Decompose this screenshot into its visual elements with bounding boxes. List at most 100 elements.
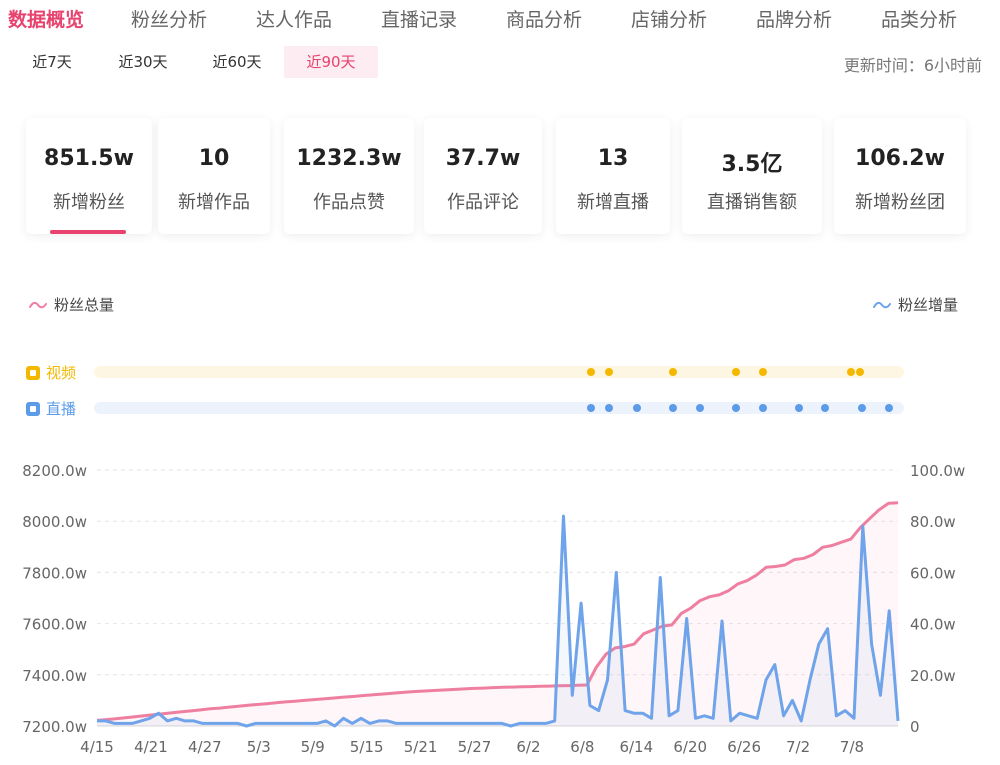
stat-card-new-fan-groups[interactable]: 106.2w 新增粉丝团 <box>834 118 966 234</box>
x-tick-label: 6/20 <box>673 738 707 756</box>
live-event-dot[interactable] <box>759 404 767 412</box>
live-event-dot[interactable] <box>669 404 677 412</box>
track-label-text: 视频 <box>46 364 77 382</box>
live-event-dot[interactable] <box>587 404 595 412</box>
y-left-tick-label: 8200.0w <box>22 462 87 480</box>
video-event-dot[interactable] <box>587 368 595 376</box>
top-nav: 数据概览 粉丝分析 达人作品 直播记录 商品分析 店铺分析 品牌分析 品类分析 <box>0 0 1000 36</box>
stat-card-work-likes[interactable]: 1232.3w 作品点赞 <box>284 118 414 234</box>
x-tick-label: 6/14 <box>619 738 653 756</box>
stat-value: 851.5w <box>44 146 134 171</box>
stat-value: 37.7w <box>445 146 521 171</box>
tab-store-analysis[interactable]: 店铺分析 <box>631 5 707 32</box>
live-event-dot[interactable] <box>633 404 641 412</box>
live-event-dot[interactable] <box>795 404 803 412</box>
stat-value: 1232.3w <box>296 146 402 171</box>
live-event-dot[interactable] <box>732 404 740 412</box>
x-tick-label: 4/15 <box>80 738 114 756</box>
update-time: 更新时间：6小时前 <box>843 56 982 75</box>
stat-cards: 851.5w 新增粉丝 10 新增作品 1232.3w 作品点赞 37.7w 作… <box>22 118 978 236</box>
stat-label: 新增作品 <box>178 192 250 213</box>
y-right-tick-label: 60.0w <box>910 564 956 582</box>
x-tick-label: 5/27 <box>458 738 492 756</box>
y-right-tick-label: 80.0w <box>910 513 956 531</box>
stat-value: 10 <box>198 146 230 171</box>
live-event-dot[interactable] <box>605 404 613 412</box>
tab-fans-analysis[interactable]: 粉丝分析 <box>131 5 207 32</box>
live-event-dot[interactable] <box>885 404 893 412</box>
stat-label: 直播销售额 <box>707 192 797 213</box>
tab-live-records[interactable]: 直播记录 <box>381 5 457 32</box>
range-90-days-button[interactable]: 近90天 <box>284 46 378 78</box>
stat-label: 新增粉丝团 <box>855 192 945 213</box>
legend-fans-increase[interactable]: 粉丝增量 <box>872 294 958 315</box>
stat-card-new-fans[interactable]: 851.5w 新增粉丝 <box>26 118 152 234</box>
legend-total-fans[interactable]: 粉丝总量 <box>28 294 114 315</box>
tab-category-analysis[interactable]: 品类分析 <box>881 5 957 32</box>
stat-value: 13 <box>597 146 629 171</box>
video-event-dot[interactable] <box>605 368 613 376</box>
y-right-tick-label: 100.0w <box>910 462 965 480</box>
range-30-days-button[interactable]: 近30天 <box>100 46 186 78</box>
y-left-tick-label: 7200.0w <box>22 718 87 736</box>
y-right-tick-label: 20.0w <box>910 667 956 685</box>
x-tick-label: 5/9 <box>301 738 325 756</box>
video-event-dot[interactable] <box>759 368 767 376</box>
tab-product-analysis[interactable]: 商品分析 <box>506 5 582 32</box>
stat-label: 新增粉丝 <box>53 192 125 213</box>
selected-indicator <box>50 230 126 234</box>
track-label-live: 直播 <box>26 398 76 419</box>
x-tick-label: 6/8 <box>570 738 594 756</box>
x-tick-label: 5/21 <box>404 738 438 756</box>
live-event-dot[interactable] <box>821 404 829 412</box>
x-tick-label: 5/3 <box>247 738 271 756</box>
x-tick-label: 7/2 <box>786 738 810 756</box>
stat-card-new-works[interactable]: 10 新增作品 <box>158 118 270 234</box>
x-tick-label: 4/27 <box>188 738 222 756</box>
track-label-video: 视频 <box>26 362 76 383</box>
stat-value: 106.2w <box>855 146 945 171</box>
blue-wave-icon <box>873 301 891 308</box>
x-tick-label: 6/26 <box>727 738 761 756</box>
stat-card-new-lives[interactable]: 13 新增直播 <box>556 118 670 234</box>
video-event-dot[interactable] <box>669 368 677 376</box>
x-tick-label: 5/15 <box>350 738 384 756</box>
stat-label: 作品评论 <box>447 192 519 213</box>
range-7-days-button[interactable]: 近7天 <box>12 46 92 78</box>
range-60-days-button[interactable]: 近60天 <box>194 46 280 78</box>
stat-label: 新增直播 <box>577 192 649 213</box>
y-left-tick-label: 7800.0w <box>22 564 87 582</box>
tab-data-overview[interactable]: 数据概览 <box>8 5 84 32</box>
video-dots <box>587 368 864 376</box>
stat-label: 作品点赞 <box>313 192 385 213</box>
track-label-text: 直播 <box>46 400 77 418</box>
live-event-dot[interactable] <box>858 404 866 412</box>
pink-wave-icon <box>29 301 47 308</box>
x-tick-label: 6/2 <box>516 738 540 756</box>
video-event-dot[interactable] <box>847 368 855 376</box>
video-icon <box>26 365 40 380</box>
video-event-dot[interactable] <box>732 368 740 376</box>
video-track <box>94 366 904 378</box>
fans-chart: 7200.0w 0 7400.0w 20.0w 7600.0w 40.0w 7800.0w 6… <box>22 462 965 756</box>
legend-label: 粉丝增量 <box>898 296 959 314</box>
date-range-selector: 近7天 近30天 近60天 近90天 <box>12 46 392 78</box>
stat-value: 3.5亿 <box>721 152 783 177</box>
x-tick-label: 7/8 <box>840 738 864 756</box>
stat-card-work-comments[interactable]: 37.7w 作品评论 <box>424 118 542 234</box>
x-tick-label: 4/21 <box>134 738 168 756</box>
y-right-tick-label: 0 <box>910 718 920 736</box>
legend-label: 粉丝总量 <box>54 296 115 314</box>
tab-creator-works[interactable]: 达人作品 <box>256 5 332 32</box>
live-event-dot[interactable] <box>696 404 704 412</box>
y-left-tick-label: 8000.0w <box>22 513 87 531</box>
live-dots <box>587 404 893 412</box>
y-right-tick-label: 40.0w <box>910 616 956 634</box>
live-icon <box>26 401 40 416</box>
y-left-tick-label: 7600.0w <box>22 616 87 634</box>
video-event-dot[interactable] <box>856 368 864 376</box>
live-track <box>94 402 904 414</box>
tab-brand-analysis[interactable]: 品牌分析 <box>756 5 832 32</box>
y-left-tick-label: 7400.0w <box>22 667 87 685</box>
stat-card-live-sales[interactable]: 3.5亿 直播销售额 <box>682 118 822 234</box>
